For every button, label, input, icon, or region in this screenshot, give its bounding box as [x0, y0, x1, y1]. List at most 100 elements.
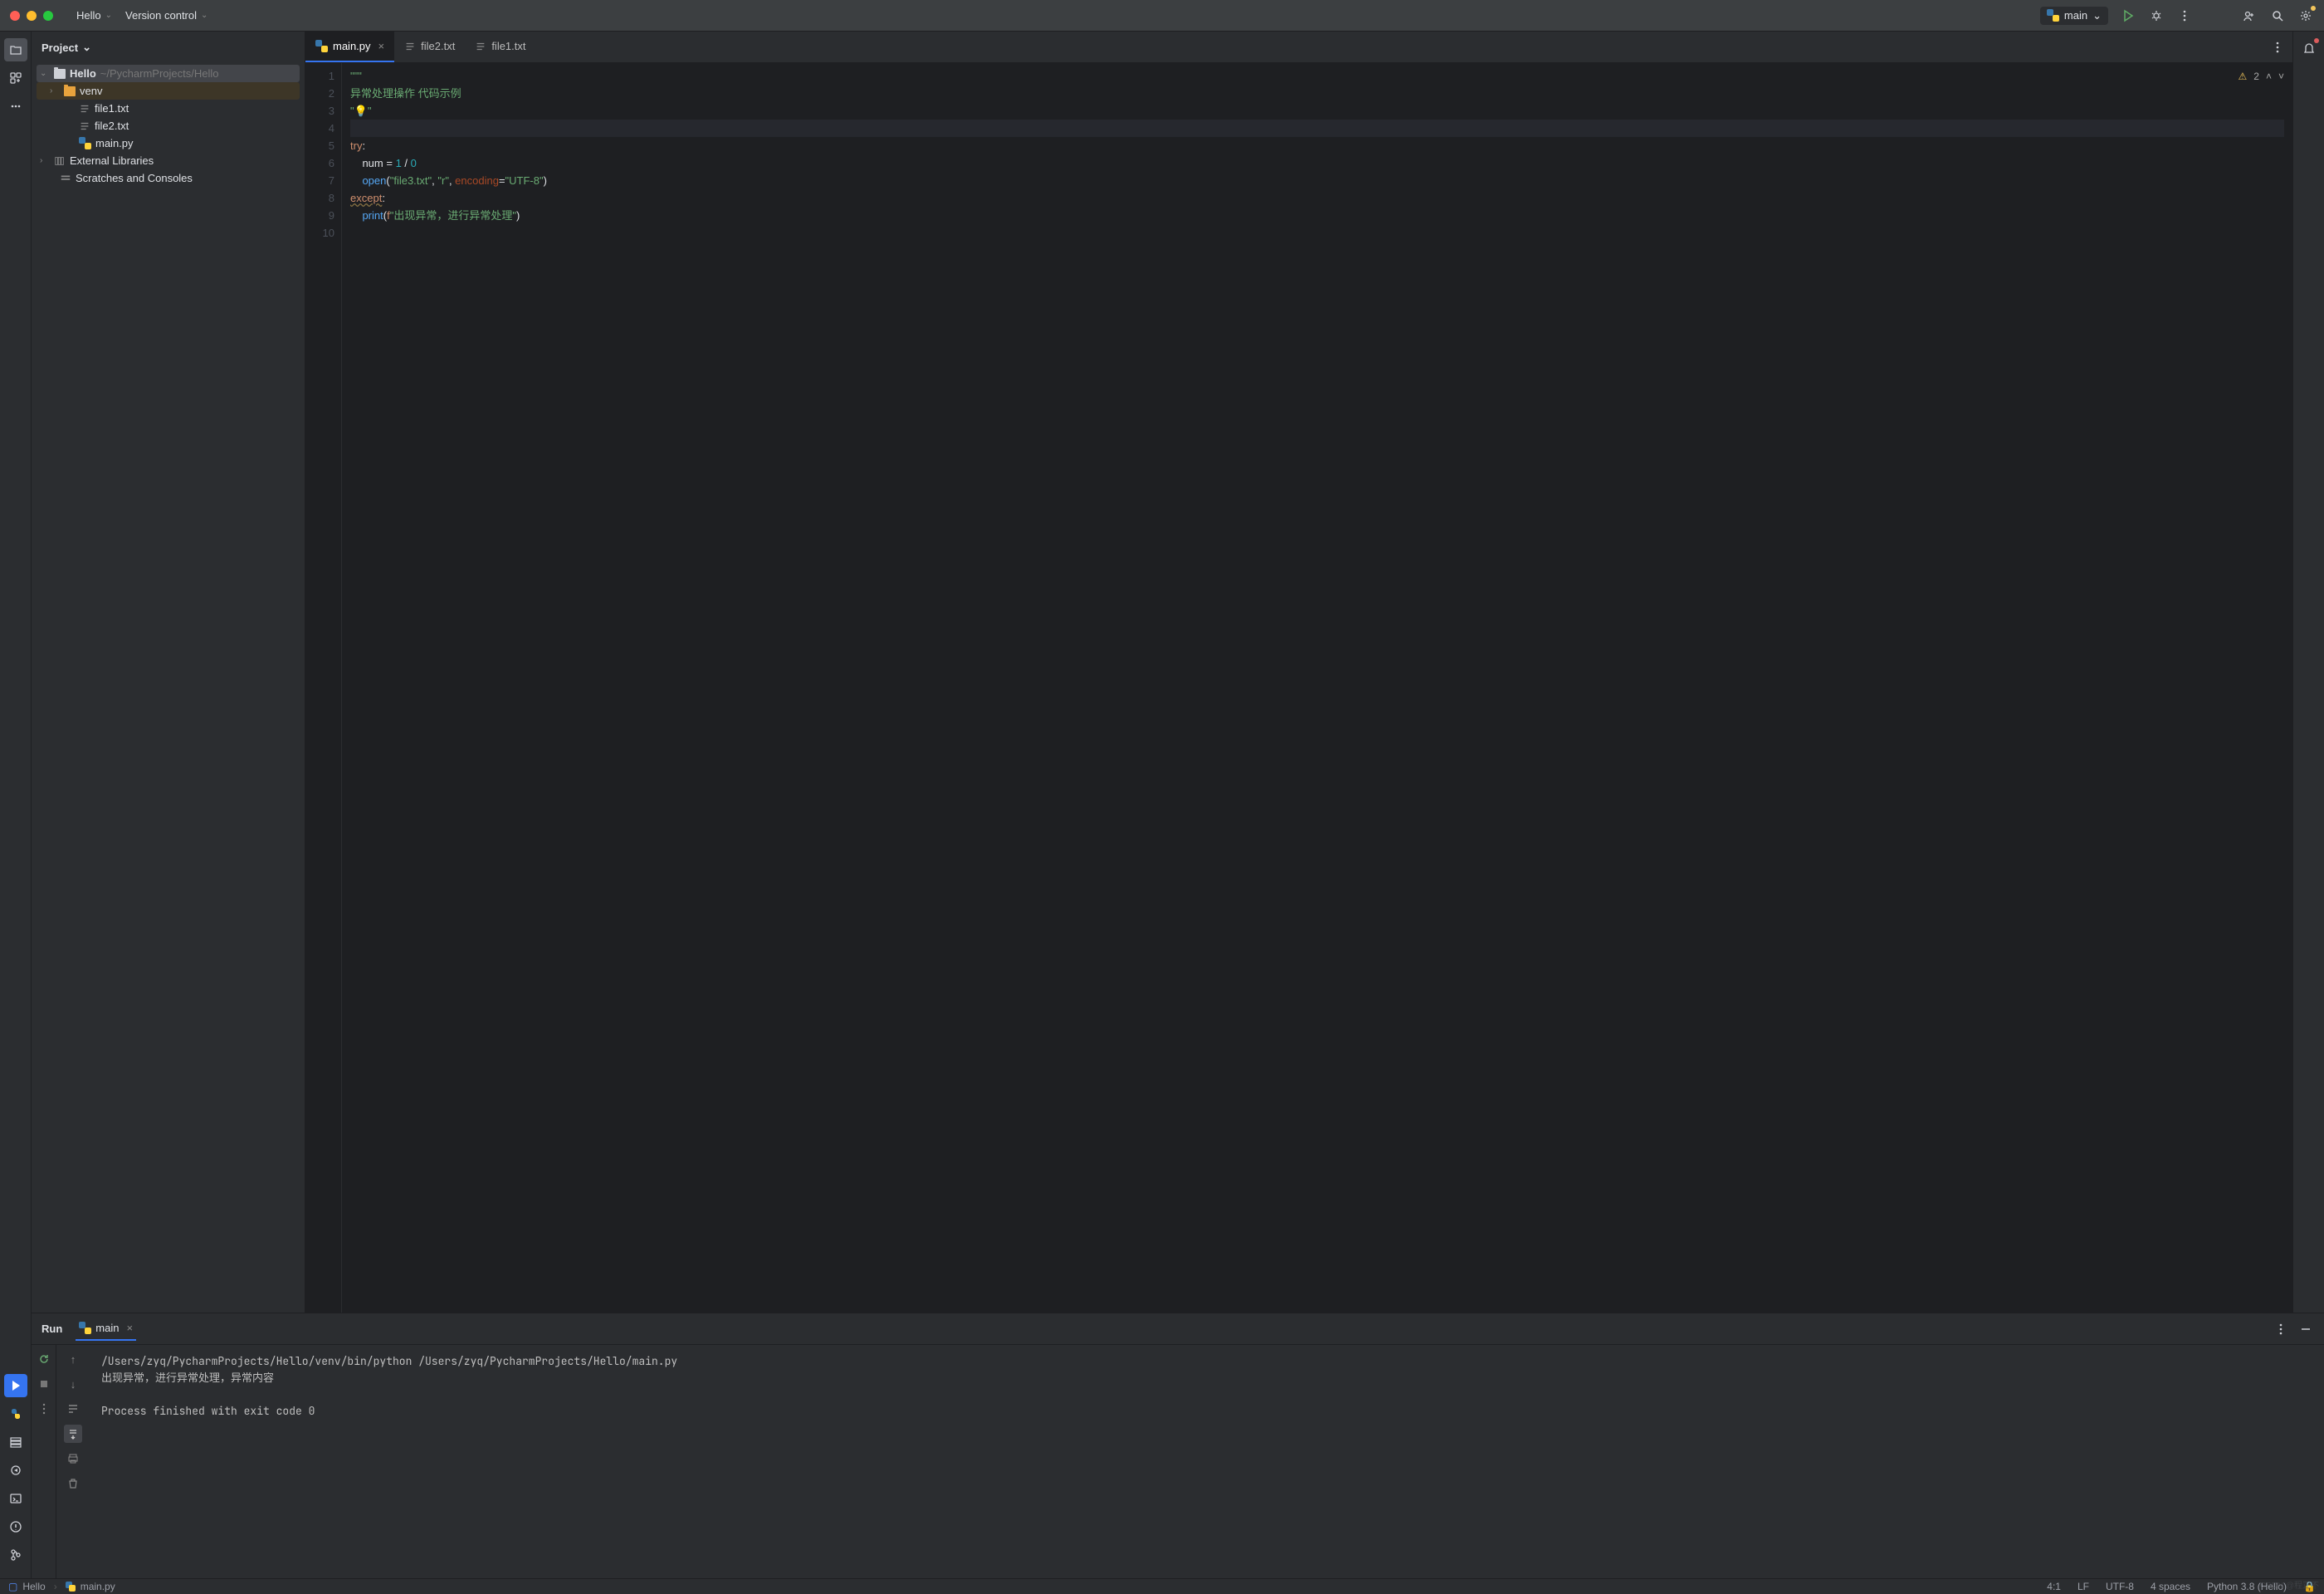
vcs-tool-button[interactable]	[4, 1543, 27, 1567]
line-separator[interactable]: LF	[2077, 1581, 2089, 1592]
code-area[interactable]: """异常处理操作 代码示例"💡" try: num = 1 / 0 open(…	[342, 63, 2292, 1313]
python-icon	[79, 1322, 91, 1334]
structure-tool-button[interactable]	[4, 66, 27, 90]
tree-item-file[interactable]: main.py	[37, 134, 300, 152]
project-menu[interactable]: Hello ⌄	[70, 6, 119, 25]
file-encoding[interactable]: UTF-8	[2106, 1581, 2134, 1592]
tree-item-label: file2.txt	[95, 120, 129, 132]
text-file-icon	[79, 120, 90, 132]
console-output[interactable]: /Users/zyq/PycharmProjects/Hello/venv/bi…	[90, 1345, 2324, 1578]
text-file-icon	[475, 41, 486, 52]
tree-item-label: venv	[80, 85, 102, 97]
minimize-window-button[interactable]	[27, 11, 37, 21]
breadcrumb-folder-icon: ▢	[8, 1581, 17, 1592]
problems-tool-button[interactable]	[4, 1515, 27, 1538]
editor-tab[interactable]: file2.txt	[394, 32, 465, 62]
hide-panel-icon[interactable]	[2297, 1321, 2314, 1337]
trash-icon[interactable]	[64, 1474, 82, 1493]
tree-item-scratches[interactable]: Scratches and Consoles	[37, 169, 300, 187]
run-tab[interactable]: main ×	[76, 1317, 136, 1341]
chevron-down-icon: ⌄	[82, 41, 91, 54]
code-with-me-icon[interactable]	[2241, 7, 2258, 24]
editor-content[interactable]: 12345678910 """异常处理操作 代码示例"💡" try: num =…	[305, 63, 2292, 1313]
notifications-icon[interactable]	[2301, 40, 2317, 56]
expand-icon[interactable]: ›	[40, 156, 50, 165]
project-panel: Project ⌄ ⌄ Hello ~/PycharmProjects/Hell…	[32, 32, 305, 1313]
expand-icon[interactable]: ›	[50, 86, 60, 95]
close-icon[interactable]: ×	[126, 1322, 133, 1334]
caret-position[interactable]: 4:1	[2047, 1581, 2061, 1592]
scratch-icon	[60, 173, 71, 184]
project-panel-title: Project	[42, 42, 78, 54]
breadcrumb-root[interactable]: Hello	[22, 1581, 45, 1592]
close-icon[interactable]: ×	[378, 40, 385, 52]
right-toolbar	[2292, 32, 2324, 1313]
project-tool-button[interactable]	[4, 38, 27, 61]
run-panel-title: Run	[42, 1323, 62, 1335]
library-icon	[54, 155, 66, 167]
python-icon	[315, 40, 328, 52]
left-toolbar	[0, 32, 32, 1578]
notification-badge	[2314, 38, 2319, 43]
tab-more-icon[interactable]	[2269, 39, 2286, 56]
run-button[interactable]	[2120, 7, 2136, 24]
close-window-button[interactable]	[10, 11, 20, 21]
tree-root-label: Hello	[70, 67, 96, 80]
soft-wrap-icon[interactable]	[64, 1400, 82, 1418]
tab-label: file2.txt	[421, 40, 455, 52]
python-console-tool-button[interactable]	[4, 1402, 27, 1425]
rerun-icon[interactable]	[35, 1350, 53, 1368]
run-panel-header: Run main ×	[32, 1313, 2324, 1345]
warning-icon: ⚠	[2239, 68, 2248, 86]
run-configuration-selector[interactable]: main ⌄	[2040, 7, 2108, 25]
vcs-menu[interactable]: Version control ⌄	[119, 6, 214, 25]
status-bar: ▢ Hello › main.py 4:1 LF UTF-8 4 spaces …	[0, 1578, 2324, 1594]
editor-tab[interactable]: file1.txt	[465, 32, 535, 62]
chevron-up-icon[interactable]: ˄	[2266, 68, 2272, 86]
maximize-window-button[interactable]	[43, 11, 53, 21]
settings-icon[interactable]	[2297, 7, 2314, 24]
down-icon[interactable]: ↓	[64, 1375, 82, 1393]
project-menu-label: Hello	[76, 9, 101, 22]
run-tool-button[interactable]	[4, 1374, 27, 1397]
chevron-down-icon: ⌄	[105, 11, 112, 20]
print-icon[interactable]	[64, 1450, 82, 1468]
tree-root[interactable]: ⌄ Hello ~/PycharmProjects/Hello	[37, 65, 300, 82]
text-file-icon	[404, 41, 416, 52]
watermark: CSDN @程正不	[2260, 1578, 2319, 1591]
search-icon[interactable]	[2269, 7, 2286, 24]
up-icon[interactable]: ↑	[64, 1350, 82, 1368]
tab-label: main.py	[333, 40, 371, 52]
project-panel-header[interactable]: Project ⌄	[32, 32, 305, 63]
scroll-to-end-icon[interactable]	[64, 1425, 82, 1443]
python-icon	[2047, 9, 2059, 22]
tree-item-venv[interactable]: › venv	[37, 82, 300, 100]
services-tool-button[interactable]	[4, 1430, 27, 1454]
stop-icon[interactable]	[35, 1375, 53, 1393]
tree-item-file[interactable]: file1.txt	[37, 100, 300, 117]
editor-tab[interactable]: main.py ×	[305, 32, 394, 62]
expand-icon[interactable]: ⌄	[40, 69, 50, 78]
tree-item-label: main.py	[95, 137, 134, 149]
vcs-menu-label: Version control	[125, 9, 197, 22]
tab-label: file1.txt	[491, 40, 525, 52]
run-more-icon[interactable]	[2273, 1321, 2289, 1337]
breadcrumb-file[interactable]: main.py	[81, 1581, 115, 1592]
inspection-widget[interactable]: ⚠ 2 ˄ ˅	[2239, 68, 2284, 86]
settings-badge	[2311, 6, 2316, 11]
tree-item-external-libs[interactable]: › External Libraries	[37, 152, 300, 169]
more-actions-icon[interactable]	[2176, 7, 2193, 24]
more-tool-button[interactable]	[4, 95, 27, 118]
tree-item-file[interactable]: file2.txt	[37, 117, 300, 134]
chevron-right-icon: ›	[54, 1581, 57, 1592]
gutter[interactable]: 12345678910	[305, 63, 342, 1313]
titlebar: Hello ⌄ Version control ⌄ main ⌄	[0, 0, 2324, 32]
toolbar-more-icon[interactable]	[35, 1400, 53, 1418]
terminal-tool-button[interactable]	[4, 1487, 27, 1510]
debug-button[interactable]	[2148, 7, 2165, 24]
editor-tab-bar: main.py × file2.txt file1.txt	[305, 32, 2292, 63]
run-config-label: main	[2064, 9, 2087, 22]
chevron-down-icon[interactable]: ˅	[2278, 68, 2284, 86]
python-packages-tool-button[interactable]	[4, 1459, 27, 1482]
indent-setting[interactable]: 4 spaces	[2151, 1581, 2190, 1592]
